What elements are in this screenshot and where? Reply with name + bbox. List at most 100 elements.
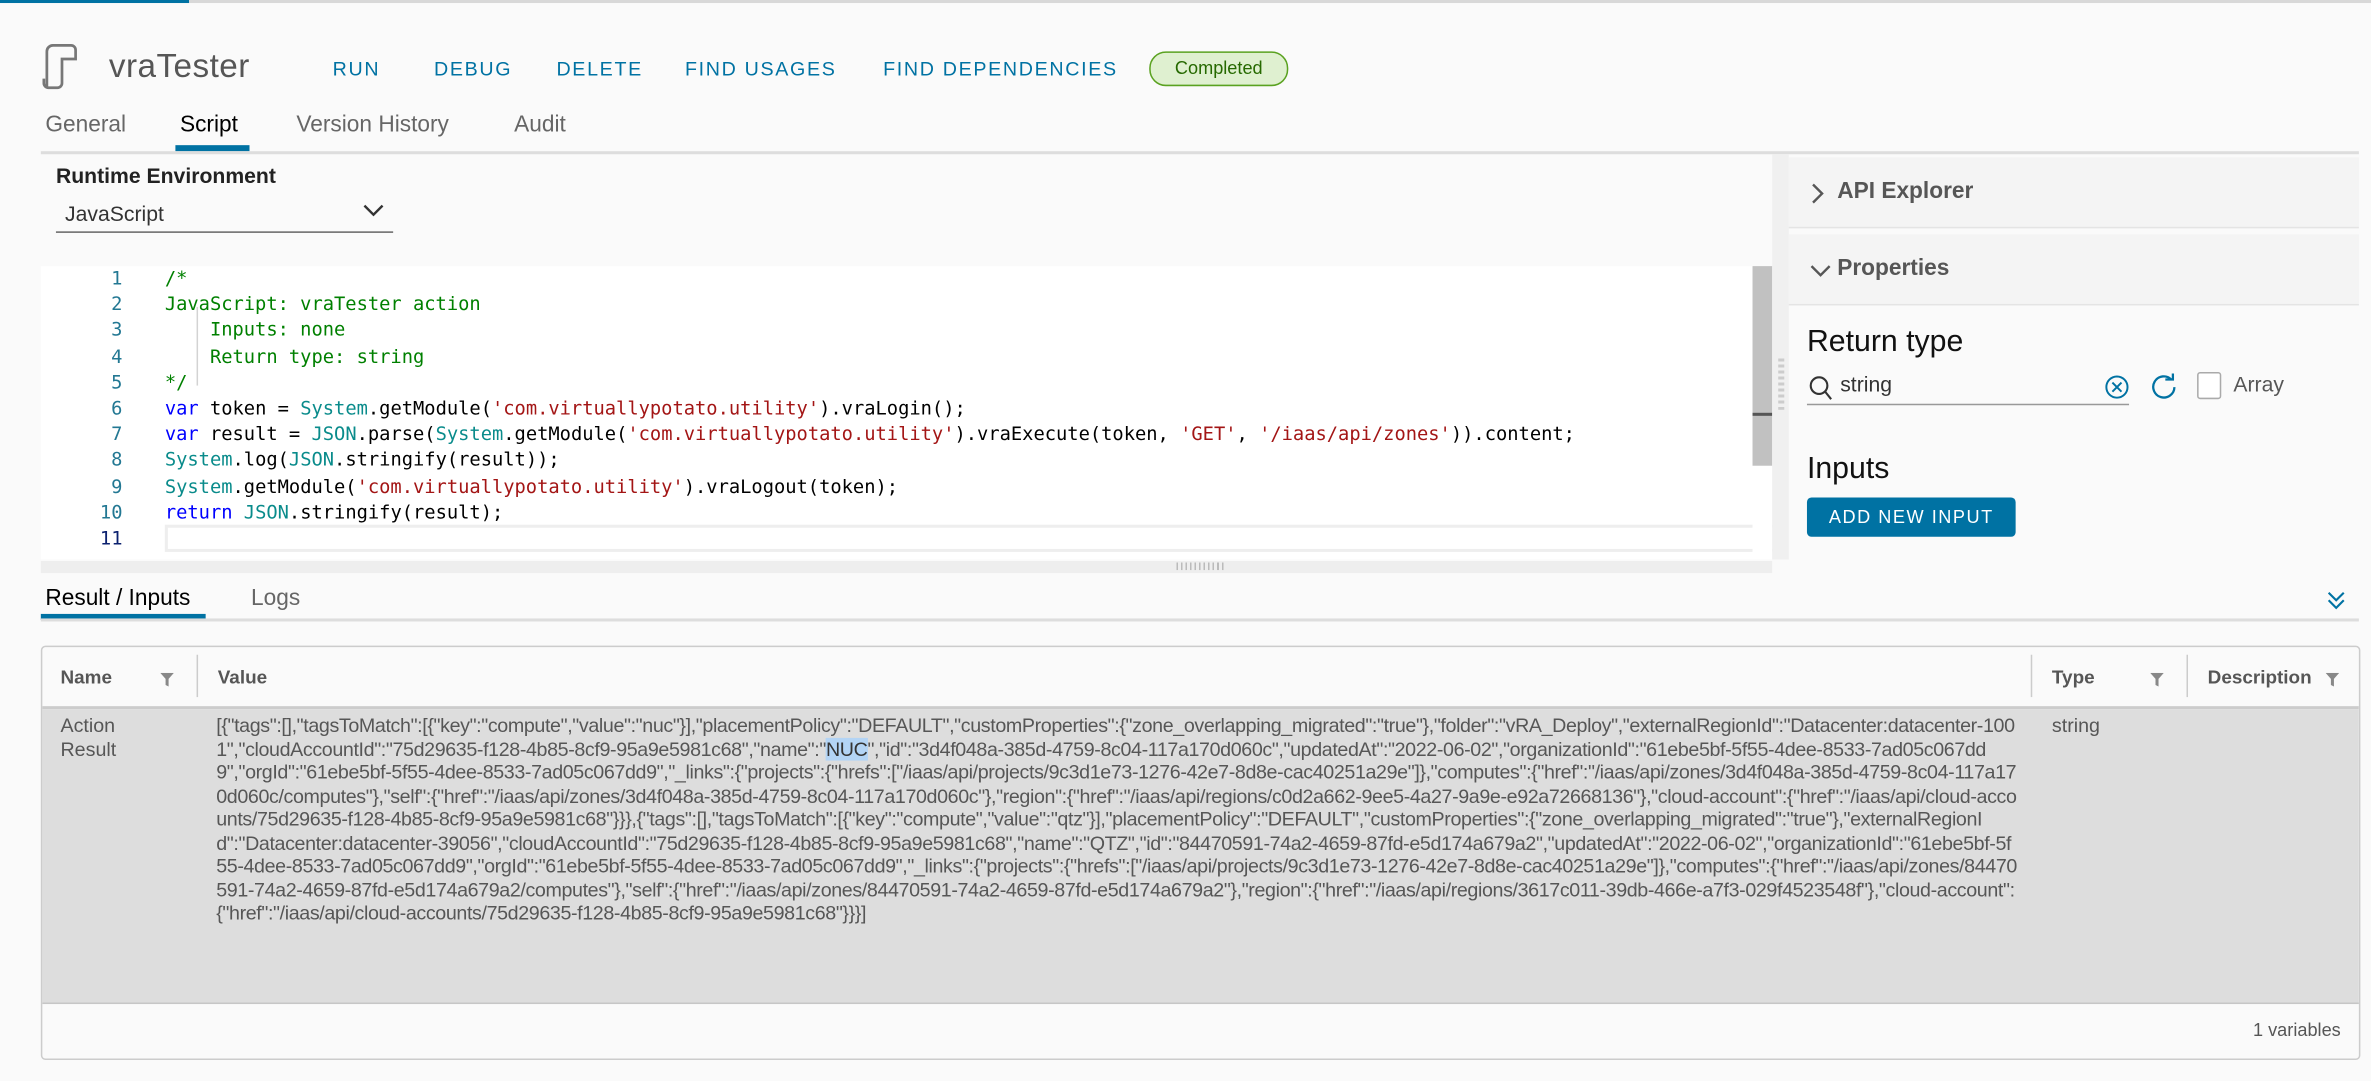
- array-label: Array: [2233, 371, 2284, 397]
- code-token: JSON: [243, 500, 289, 523]
- vertical-splitter-grip-icon: [1778, 358, 1785, 410]
- table-row[interactable]: Action Result [{"tags":[],"tagsToMatch":…: [42, 709, 2359, 1005]
- runtime-environment-select[interactable]: JavaScript: [55, 197, 394, 233]
- action-script-icon: [42, 44, 77, 90]
- vertical-splitter[interactable]: [1772, 154, 1789, 560]
- line-number: 8: [111, 448, 123, 471]
- code-token: token =: [198, 396, 301, 419]
- column-separator: [196, 654, 199, 698]
- code-token: .stringify(result));: [334, 448, 560, 471]
- code-token: Return type: string: [164, 344, 425, 367]
- code-token: JavaScript: vraTester action: [164, 292, 481, 315]
- add-new-input-button[interactable]: ADD NEW INPUT: [1806, 497, 2016, 537]
- tab-result-inputs[interactable]: Result / Inputs: [45, 585, 190, 611]
- code-token: System: [164, 474, 233, 497]
- find-usages-button[interactable]: FIND USAGES: [685, 57, 837, 80]
- tab-audit[interactable]: Audit: [514, 112, 566, 138]
- code-token: )).content;: [1450, 422, 1575, 445]
- column-separator: [2186, 654, 2189, 698]
- search-icon: [1809, 376, 1832, 400]
- status-badge: Completed: [1149, 51, 1289, 87]
- code-token: ).vraLogout(token);: [683, 474, 899, 497]
- column-value[interactable]: Value: [218, 667, 267, 688]
- code-token: .log(: [232, 448, 289, 471]
- chevron-down-icon: [363, 204, 384, 217]
- column-name[interactable]: Name: [60, 667, 111, 688]
- code-text: JavaScript: vraTester action: [165, 291, 481, 317]
- delete-button[interactable]: DELETE: [556, 57, 642, 80]
- line-number: 6: [111, 396, 123, 419]
- line-number: 10: [99, 500, 123, 523]
- code-token: ,: [1236, 422, 1260, 445]
- code-token: return: [164, 500, 233, 523]
- code-token: result =: [198, 422, 312, 445]
- current-line-highlight: [164, 524, 1779, 552]
- tab-logs[interactable]: Logs: [251, 585, 300, 611]
- code-text: System.getModule('com.virtuallypotato.ut…: [165, 473, 898, 499]
- code-token: 'com.virtuallypotato.utility': [491, 396, 820, 419]
- code-token: */: [164, 370, 188, 393]
- cursor-position-marker: [1752, 412, 1773, 416]
- variables-count: 1 variables: [2252, 1019, 2341, 1041]
- run-button[interactable]: RUN: [333, 57, 381, 80]
- code-text: */: [165, 369, 188, 395]
- code-token: .getModule(: [367, 396, 492, 419]
- api-explorer-header[interactable]: API Explorer: [1788, 157, 2359, 229]
- code-token: '/iaas/api/zones': [1259, 422, 1451, 445]
- debug-button[interactable]: DEBUG: [434, 57, 512, 80]
- line-number: 1: [111, 266, 123, 289]
- code-token: 'com.virtuallypotato.utility': [356, 474, 684, 497]
- code-editor[interactable]: 1 /* 2 JavaScript: vraTester action 3 Inputs…: [40, 266, 1779, 560]
- tab-script[interactable]: Script: [180, 112, 238, 138]
- row-type: string: [2051, 713, 2100, 737]
- clear-icon[interactable]: [2105, 375, 2129, 399]
- line-number: 3: [111, 318, 123, 341]
- editor-scrollbar-thumb[interactable]: [1752, 266, 1773, 466]
- page-title: vraTester: [108, 46, 250, 85]
- line-number: 9: [111, 474, 123, 497]
- code-token: .getModule(: [232, 474, 357, 497]
- code-text: return JSON.stringify(result);: [165, 499, 503, 525]
- action-editor-page: vraTester RUN DEBUG DELETE FIND USAGES F…: [0, 0, 2371, 1081]
- properties-header[interactable]: Properties: [1788, 234, 2359, 306]
- code-token: var: [164, 396, 199, 419]
- line-number: 7: [111, 422, 123, 445]
- return-type-input[interactable]: string: [1806, 369, 2130, 406]
- filter-icon[interactable]: [160, 672, 174, 687]
- line-number: 5: [111, 370, 123, 393]
- code-text: Return type: string: [165, 343, 424, 369]
- return-type-value: string: [1840, 371, 1892, 397]
- splitter-grip-icon: [1176, 562, 1225, 571]
- runtime-environment-value: JavaScript: [65, 201, 164, 226]
- filter-icon[interactable]: [2150, 672, 2164, 687]
- progress-bar: [0, 0, 2371, 4]
- code-token: 'com.virtuallypotato.utility': [627, 422, 955, 445]
- code-text: System.log(JSON.stringify(result));: [165, 447, 560, 473]
- code-token: JSON: [311, 422, 357, 445]
- find-dependencies-button[interactable]: FIND DEPENDENCIES: [883, 57, 1118, 80]
- code-token: JSON: [288, 448, 335, 471]
- properties-label: Properties: [1837, 255, 1950, 282]
- return-type-heading: Return type: [1806, 325, 1964, 359]
- array-checkbox[interactable]: [2197, 371, 2222, 400]
- double-chevron-down-icon[interactable]: [2327, 590, 2345, 611]
- datagrid-header: Name Value Type Description: [42, 647, 2359, 710]
- row-value: [{"tags":[],"tagsToMatch":[{"key":"compu…: [216, 714, 2018, 925]
- code-token: ).vraLogin();: [819, 396, 966, 419]
- horizontal-splitter[interactable]: [40, 560, 1773, 574]
- column-type[interactable]: Type: [2052, 667, 2095, 688]
- refresh-icon[interactable]: [2150, 373, 2177, 400]
- chevron-right-icon: [1812, 183, 1824, 204]
- bottom-tab-divider: [40, 618, 2359, 622]
- code-token: /*: [164, 266, 188, 289]
- filter-icon[interactable]: [2325, 672, 2340, 687]
- value-text: ","id":"3d4f048a-385d-4759-8c04-117a170d…: [216, 737, 2017, 924]
- line-number: 4: [111, 344, 123, 367]
- code-token: Inputs: none: [164, 318, 346, 341]
- tab-general[interactable]: General: [45, 112, 126, 138]
- code-token: .stringify(result);: [288, 500, 504, 523]
- code-token: System: [300, 396, 368, 419]
- tab-version-history[interactable]: Version History: [296, 112, 449, 138]
- inputs-heading: Inputs: [1806, 452, 1890, 486]
- column-description[interactable]: Description: [2208, 667, 2312, 688]
